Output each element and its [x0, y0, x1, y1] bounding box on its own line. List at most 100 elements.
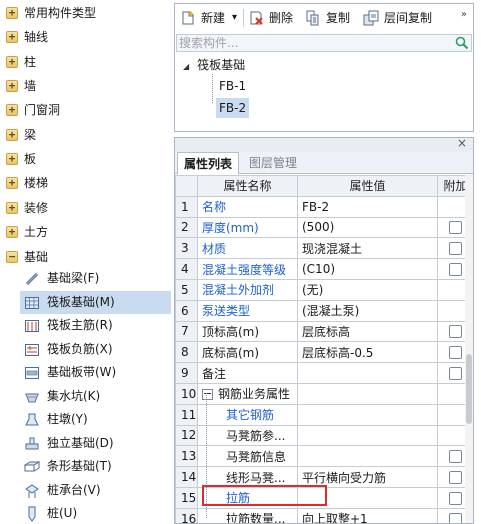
category-item[interactable]: + 装修: [0, 196, 171, 220]
search-input[interactable]: 搜索构件...: [176, 34, 472, 52]
property-row[interactable]: 8 底标高(m) 层底标高-0.5: [175, 341, 473, 364]
property-value[interactable]: 层底标高: [297, 320, 438, 343]
subitem-label: 集水坑(K): [47, 388, 101, 403]
category-label: 柱: [24, 54, 37, 69]
raft-foundation-icon: [25, 296, 39, 309]
property-row[interactable]: 4 混凝土强度等级 (C10): [175, 258, 473, 280]
extra-checkbox[interactable]: [449, 512, 462, 523]
sidebar-subitem[interactable]: 筏板主筋(R): [20, 314, 171, 337]
sidebar-subitem[interactable]: 柱墩(Y): [20, 408, 171, 431]
property-row[interactable]: 6 泵送类型 (混凝土泵): [175, 299, 473, 322]
subitem-label: 基础梁(F): [47, 271, 100, 285]
property-name: 名称: [197, 195, 298, 218]
category-item[interactable]: + 门窗洞: [0, 98, 171, 122]
property-value[interactable]: (无): [297, 278, 438, 301]
category-item[interactable]: − 基础: [0, 245, 171, 269]
copy-button[interactable]: 复制: [305, 7, 353, 29]
category-item[interactable]: + 轴线: [0, 25, 171, 49]
property-row[interactable]: 16 拉筋数量... 向上取整+1: [175, 507, 473, 523]
property-scrollbar[interactable]: [465, 174, 473, 523]
property-row[interactable]: 11 其它钢筋: [175, 403, 473, 426]
expand-toggle-icon[interactable]: +: [6, 153, 18, 166]
property-row[interactable]: 12 马凳筋参...: [175, 424, 473, 447]
property-row[interactable]: 3 材质 现浇混凝土: [175, 237, 473, 260]
sidebar-subitem[interactable]: 筏板负筋(X): [20, 338, 171, 361]
property-value[interactable]: [297, 445, 438, 468]
delete-button[interactable]: 删除: [248, 7, 296, 29]
extra-checkbox[interactable]: [449, 471, 462, 485]
sidebar-subitem[interactable]: 基础梁(F): [20, 267, 171, 290]
property-value[interactable]: [297, 382, 438, 405]
tree-node-fb1[interactable]: FB-1: [219, 76, 246, 96]
extra-checkbox[interactable]: [449, 450, 462, 464]
toolbar-overflow-button[interactable]: »: [461, 9, 467, 20]
category-item[interactable]: + 楼梯: [0, 171, 171, 195]
close-icon[interactable]: ×: [457, 138, 467, 150]
expand-toggle-icon[interactable]: +: [6, 128, 18, 141]
tree-node-raft-foundation[interactable]: ◢ 筏板基础: [183, 55, 245, 75]
row-index: 13: [175, 445, 198, 468]
sidebar-subitem[interactable]: 桩承台(V): [20, 479, 171, 502]
property-value[interactable]: FB-2: [297, 195, 438, 218]
property-value[interactable]: [297, 362, 438, 384]
expand-toggle-icon[interactable]: +: [6, 104, 18, 117]
expand-toggle-icon[interactable]: −: [6, 250, 18, 263]
extra-checkbox[interactable]: [449, 263, 462, 277]
property-value[interactable]: (混凝土泵): [297, 299, 438, 322]
search-icon[interactable]: [455, 36, 469, 50]
property-value[interactable]: 层底标高-0.5: [297, 341, 438, 364]
sidebar-subitem[interactable]: 条形基础(T): [20, 455, 171, 478]
tab-property-list[interactable]: 属性列表: [177, 152, 240, 175]
property-value[interactable]: [297, 424, 438, 447]
sidebar-subitem[interactable]: 基础板带(W): [20, 361, 171, 384]
sidebar-subitem[interactable]: 筏板基础(M): [20, 290, 171, 314]
extra-checkbox[interactable]: [449, 242, 462, 256]
new-dropdown-arrow[interactable]: ▾: [232, 7, 237, 29]
expand-toggle-icon[interactable]: +: [6, 177, 18, 190]
category-item[interactable]: + 板: [0, 147, 171, 171]
expand-toggle-icon[interactable]: +: [6, 201, 18, 214]
extra-checkbox[interactable]: [449, 491, 462, 505]
strip-footing-icon: [24, 461, 40, 472]
category-item[interactable]: + 常用构件类型: [0, 1, 171, 25]
expand-toggle-icon[interactable]: +: [6, 55, 18, 68]
property-value[interactable]: 向上取整+1: [297, 507, 438, 523]
tab-layer-management[interactable]: 图层管理: [243, 152, 303, 174]
property-row[interactable]: 10− 钢筋业务属性: [175, 382, 473, 405]
property-row[interactable]: 1 名称 FB-2: [175, 195, 473, 218]
expand-toggle-icon[interactable]: +: [6, 80, 18, 93]
collapse-toggle-icon[interactable]: −: [202, 388, 213, 401]
sidebar-subitem[interactable]: 独立基础(D): [20, 432, 171, 455]
category-item[interactable]: + 梁: [0, 123, 171, 147]
property-value[interactable]: (500): [297, 216, 438, 239]
property-row[interactable]: 7 顶标高(m) 层底标高: [175, 320, 473, 343]
category-item[interactable]: + 柱: [0, 50, 171, 74]
tree-root-label: 筏板基础: [197, 58, 246, 72]
extra-checkbox[interactable]: [449, 367, 462, 381]
property-row[interactable]: 5 混凝土外加剂 (无): [175, 278, 473, 301]
property-row[interactable]: 13 马凳筋信息: [175, 445, 473, 468]
sidebar-subitem[interactable]: 集水坑(K): [20, 385, 171, 408]
property-panel: × 属性列表 图层管理 属性名称 属性值 附加 1 名称 FB-2 2 厚度(mm) (5…: [174, 137, 474, 524]
new-button[interactable]: 新建 ▾: [180, 7, 242, 29]
extra-checkbox[interactable]: [449, 221, 462, 235]
property-value[interactable]: [297, 403, 438, 426]
subitem-label: 基础板带(W): [47, 365, 117, 379]
property-row[interactable]: 9 备注: [175, 362, 473, 384]
extra-checkbox[interactable]: [449, 325, 462, 339]
property-value[interactable]: 现浇混凝土: [297, 237, 438, 260]
scrollbar-thumb[interactable]: [466, 354, 472, 424]
expand-toggle-icon[interactable]: +: [6, 226, 18, 239]
extra-checkbox[interactable]: [449, 346, 462, 360]
category-item[interactable]: + 墙: [0, 74, 171, 98]
floor-copy-button[interactable]: 层间复制: [363, 7, 435, 29]
property-name: 顶标高(m): [197, 320, 298, 343]
expand-toggle-icon[interactable]: +: [6, 7, 18, 19]
tree-collapse-icon[interactable]: ◢: [183, 62, 189, 71]
expand-toggle-icon[interactable]: +: [6, 31, 18, 44]
category-item[interactable]: + 土方: [0, 220, 171, 244]
sidebar-subitem[interactable]: 桩(U): [20, 502, 171, 524]
property-value[interactable]: (C10): [297, 258, 438, 280]
property-row[interactable]: 2 厚度(mm) (500): [175, 216, 473, 239]
tree-node-fb2[interactable]: FB-2: [216, 98, 250, 118]
